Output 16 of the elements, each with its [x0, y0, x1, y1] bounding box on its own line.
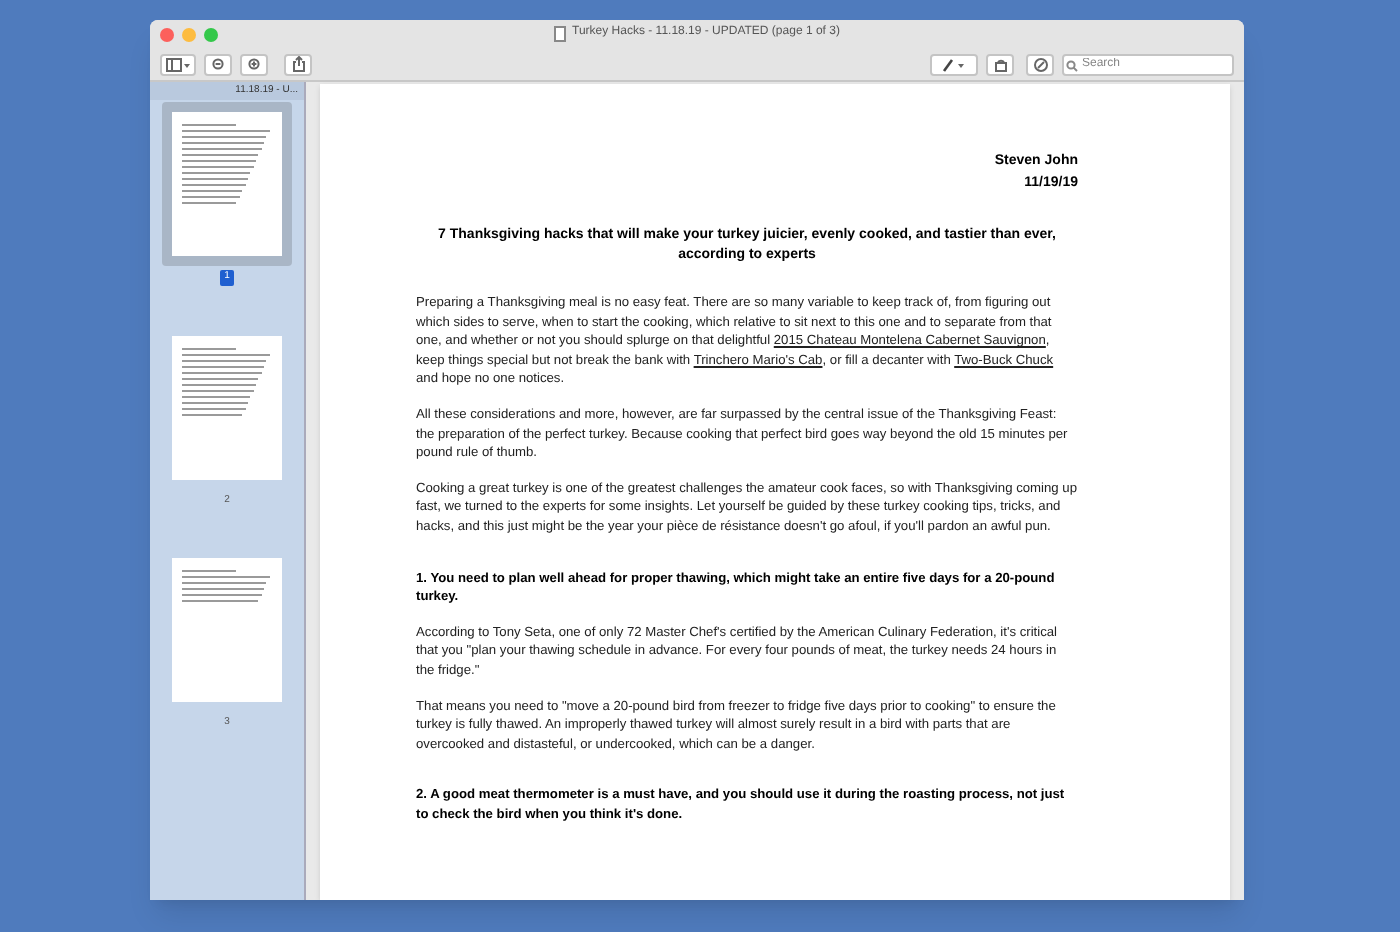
document-icon — [554, 25, 567, 41]
share-button[interactable] — [284, 53, 312, 75]
sidebar-icon — [166, 57, 190, 71]
rotate-button[interactable] — [986, 53, 1014, 75]
zoom-out-button[interactable] — [204, 53, 232, 75]
sidebar-toggle-button[interactable] — [160, 53, 196, 75]
page-thumbnail[interactable] — [162, 102, 292, 266]
share-icon — [291, 56, 305, 72]
zoom-out-icon — [211, 57, 225, 71]
zoom-in-icon — [247, 57, 261, 71]
markup-pen-button[interactable] — [930, 53, 978, 75]
markup-toolbar-button[interactable] — [1026, 53, 1054, 75]
zoom-in-button[interactable] — [240, 53, 268, 75]
markup-icon — [1033, 57, 1047, 71]
pen-icon — [942, 57, 966, 71]
search-icon — [1066, 59, 1078, 71]
